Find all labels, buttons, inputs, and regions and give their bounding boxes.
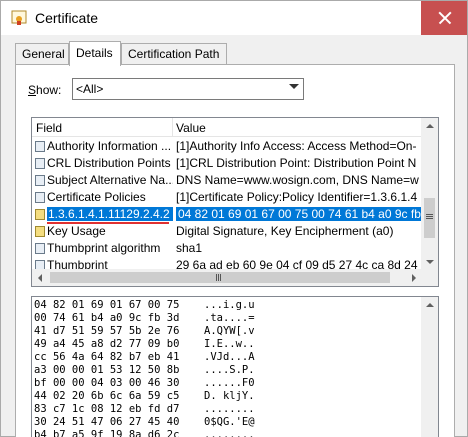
chevron-down-icon <box>289 84 299 89</box>
show-label: Show: <box>28 83 62 97</box>
scroll-up-button[interactable] <box>421 118 438 135</box>
arrow-up-icon[interactable] <box>426 303 434 307</box>
row-field: CRL Distribution Points <box>47 156 171 170</box>
row-value: [1]CRL Distribution Point: Distribution … <box>176 156 417 170</box>
window-title: Certificate <box>35 10 99 26</box>
certificate-field-icon <box>35 192 45 203</box>
certificate-field-icon <box>35 243 45 254</box>
certificate-warning-icon <box>35 226 45 237</box>
arrow-down-icon <box>426 260 434 264</box>
hex-vertical-scrollbar[interactable] <box>421 297 438 437</box>
row-field: Key Usage <box>47 224 106 238</box>
certificate-icon <box>11 10 27 25</box>
column-header-value[interactable]: Value <box>176 121 206 135</box>
scrollbar-corner <box>421 269 438 286</box>
list-header: Field Value <box>32 118 422 137</box>
title-bar[interactable]: Certificate <box>1 1 467 35</box>
value-detail-box[interactable]: 04 82 01 69 01 67 00 75 ...i.g.u 00 74 61… <box>31 296 439 437</box>
details-panel: Show: <All> Field Value Authority Inform… <box>15 64 455 437</box>
grip-icon <box>216 274 217 281</box>
list-row[interactable]: CRL Distribution Points [1]CRL Distribut… <box>32 155 422 172</box>
list-row-selected[interactable]: 1.3.6.1.4.1.11129.2.4.2 04 82 01 69 01 6… <box>32 206 422 224</box>
row-value: [1]Authority Info Access: Access Method=… <box>176 139 417 153</box>
fields-list[interactable]: Field Value Authority Information ... [1… <box>31 117 439 287</box>
row-value: [1]Certificate Policy:Policy Identifier=… <box>176 190 418 204</box>
list-horizontal-scrollbar[interactable] <box>32 269 422 286</box>
row-field: Authority Information ... <box>47 139 172 153</box>
scroll-down-button[interactable] <box>421 253 438 270</box>
row-field: Subject Alternative Na... <box>47 173 173 187</box>
list-row[interactable]: Subject Alternative Na... DNS Name=www.w… <box>32 172 422 189</box>
row-value: sha1 <box>176 241 203 255</box>
certificate-warning-icon <box>35 209 45 220</box>
column-header-field[interactable]: Field <box>36 121 62 135</box>
horizontal-scroll-thumb[interactable] <box>50 272 390 283</box>
show-dropdown-value: <All> <box>76 82 104 96</box>
row-value: 04 82 01 69 01 67 00 75 00 74 61 b4 a0 9… <box>176 207 422 221</box>
certificate-field-icon <box>35 158 45 169</box>
tab-certification-path[interactable]: Certification Path <box>121 43 227 65</box>
tab-details[interactable]: Details <box>69 41 121 66</box>
row-field: Certificate Policies <box>47 190 146 204</box>
arrow-up-icon <box>426 124 434 128</box>
row-value: DNS Name=www.wosign.com, DNS Name=w <box>176 173 419 187</box>
certificate-field-icon <box>35 175 45 186</box>
scroll-left-button[interactable] <box>32 269 49 286</box>
list-row[interactable]: Certificate Policies [1]Certificate Poli… <box>32 189 422 206</box>
grip-icon <box>426 214 433 215</box>
arrow-left-icon <box>38 274 42 282</box>
scroll-right-button[interactable] <box>405 269 422 286</box>
arrow-right-icon <box>412 274 416 282</box>
row-value: Digital Signature, Key Encipherment (a0) <box>176 224 394 238</box>
list-row[interactable]: Thumbprint algorithm sha1 <box>32 240 422 257</box>
vertical-scroll-thumb[interactable] <box>424 198 435 238</box>
list-row[interactable]: Key Usage Digital Signature, Key Enciphe… <box>32 223 422 240</box>
list-row[interactable]: Authority Information ... [1]Authority I… <box>32 138 422 155</box>
row-field: 1.3.6.1.4.1.11129.2.4.2 <box>47 207 173 221</box>
certificate-window: Certificate General Details Certificatio… <box>0 0 468 437</box>
certificate-field-icon <box>35 141 45 152</box>
close-button[interactable] <box>421 1 467 35</box>
show-dropdown[interactable]: <All> <box>72 78 304 100</box>
row-field: Thumbprint algorithm <box>47 241 161 255</box>
list-vertical-scrollbar[interactable] <box>421 118 438 270</box>
column-divider[interactable] <box>172 118 173 137</box>
tab-general[interactable]: General <box>15 43 69 65</box>
